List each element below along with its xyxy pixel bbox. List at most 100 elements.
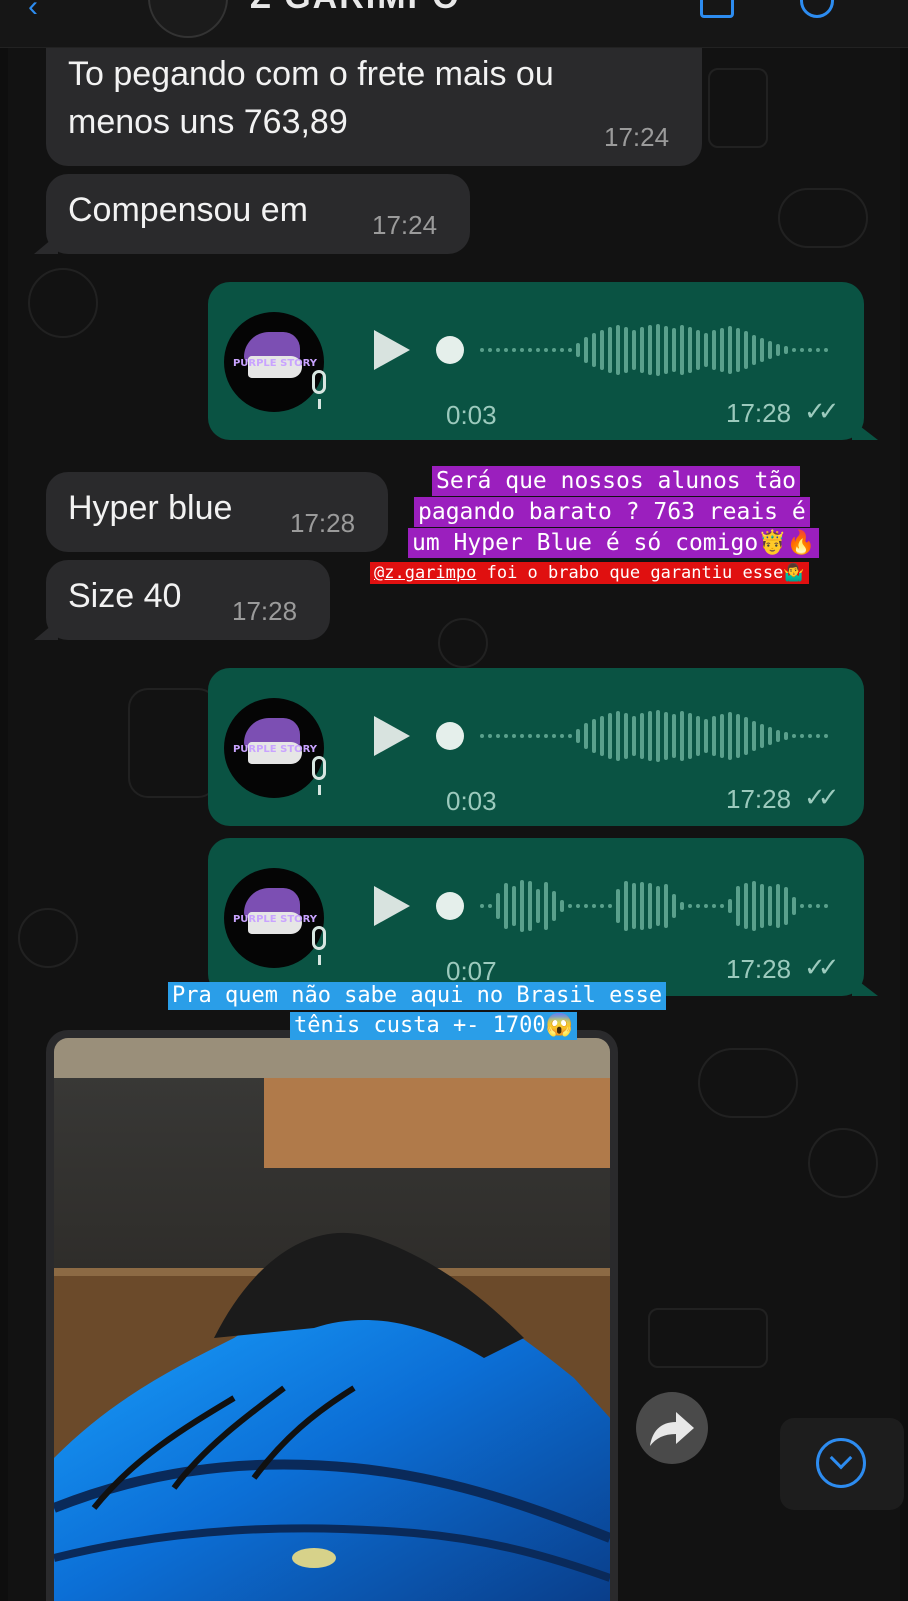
waveform-bar [544,734,548,738]
waveform-bar [656,710,660,762]
waveform-bar [648,883,652,929]
mic-icon [312,756,326,795]
waveform-bar [528,881,532,931]
video-call-icon[interactable] [700,0,734,18]
waveform-bar [592,719,596,753]
sender-avatar: PURPLE STORY [224,312,324,412]
chat-header: ‹ Z GARIMPO [0,0,908,48]
waveform-bar [800,904,804,908]
waveform-bar [480,904,484,908]
phone-icon[interactable] [800,0,834,18]
waveform-bar [728,712,732,760]
waveform-bar [808,904,812,908]
waveform-bar [760,884,764,928]
back-icon[interactable]: ‹ [28,0,38,24]
waveform[interactable] [446,320,838,380]
waveform-bar [608,713,612,759]
forward-button[interactable] [636,1392,708,1464]
message-text: To pegando com o frete mais ou menos uns… [68,55,554,141]
waveform-bar [672,714,676,758]
waveform-bar [488,734,492,738]
incoming-message[interactable]: To pegando com o frete mais ou menos uns… [46,44,702,166]
waveform-bar [624,881,628,931]
waveform-bar [552,734,556,738]
message-text: Hyper blue [68,489,233,527]
waveform-bar [512,348,516,352]
waveform-bar [504,883,508,929]
waveform-bar [704,904,708,908]
waveform-bar [784,732,788,740]
message-time: 17:24 [372,210,438,240]
waveform-bar [616,325,620,375]
waveform-bar [496,734,500,738]
waveform-bar [504,348,508,352]
waveform[interactable] [446,876,838,936]
mention-link[interactable]: @z.garimpo [374,563,476,583]
playback-scrubber[interactable] [436,722,464,750]
contact-name[interactable]: Z GARIMPO [250,0,461,17]
voice-message[interactable]: PURPLE STORY 0:07 17:28 ✓✓ [208,838,878,996]
waveform-bar [664,326,668,374]
image-message[interactable] [46,1030,618,1601]
incoming-message[interactable]: Hyper blue 17:28 [46,472,388,552]
forward-icon [650,1412,694,1446]
waveform-bar [584,337,588,363]
waveform-bar [504,734,508,738]
waveform-bar [648,325,652,375]
waveform-bar [552,891,556,921]
waveform-bar [800,348,804,352]
waveform[interactable] [446,706,838,766]
waveform-bar [784,887,788,925]
story-caption: pagando barato ? 763 reais é [414,497,810,527]
waveform-bar [744,883,748,929]
waveform-bar [768,727,772,745]
sender-avatar: PURPLE STORY [224,698,324,798]
waveform-bar [752,335,756,365]
play-icon[interactable] [374,716,410,756]
waveform-bar [528,734,532,738]
message-time: 17:28 [726,784,792,814]
waveform-bar [488,904,492,908]
waveform-bar [640,327,644,373]
play-icon[interactable] [374,330,410,370]
waveform-bar [712,716,716,756]
waveform-bar [496,348,500,352]
play-icon[interactable] [374,886,410,926]
voice-duration: 0:03 [446,786,497,816]
waveform-bar [720,328,724,372]
waveform-bar [752,881,756,931]
waveform-bar [816,348,820,352]
mic-icon [312,926,326,965]
waveform-bar [632,716,636,756]
waveform-bar [592,333,596,367]
waveform-bar [680,325,684,375]
waveform-bar [576,904,580,908]
incoming-message[interactable]: Compensou em 17:24 [34,174,470,254]
waveform-bar [760,338,764,362]
scroll-down-button[interactable] [780,1418,904,1510]
contact-avatar[interactable] [148,0,228,38]
waveform-bar [752,721,756,751]
story-caption-mention: @z.garimpo foi o brabo que garantiu esse… [370,562,809,584]
playback-scrubber[interactable] [436,892,464,920]
playback-scrubber[interactable] [436,336,464,364]
waveform-bar [488,348,492,352]
waveform-bar [616,711,620,761]
waveform-bar [768,341,772,359]
waveform-bar [712,330,716,370]
waveform-bar [520,880,524,932]
sender-avatar: PURPLE STORY [224,868,324,968]
waveform-bar [552,348,556,352]
waveform-bar [600,330,604,370]
waveform-bar [744,717,748,755]
double-check-icon: ✓✓ [804,396,839,426]
sneaker-photo[interactable] [54,1038,610,1601]
waveform-bar [480,348,484,352]
message-text: Size 40 [68,577,182,615]
message-text: Compensou em [68,191,309,229]
incoming-message[interactable]: Size 40 17:28 [34,560,330,640]
voice-message[interactable]: PURPLE STORY 0:03 17:28 ✓✓ [208,668,864,826]
waveform-bar [664,712,668,760]
voice-message[interactable]: PURPLE STORY 0:03 17:28 ✓✓ [208,282,878,440]
waveform-bar [568,734,572,738]
